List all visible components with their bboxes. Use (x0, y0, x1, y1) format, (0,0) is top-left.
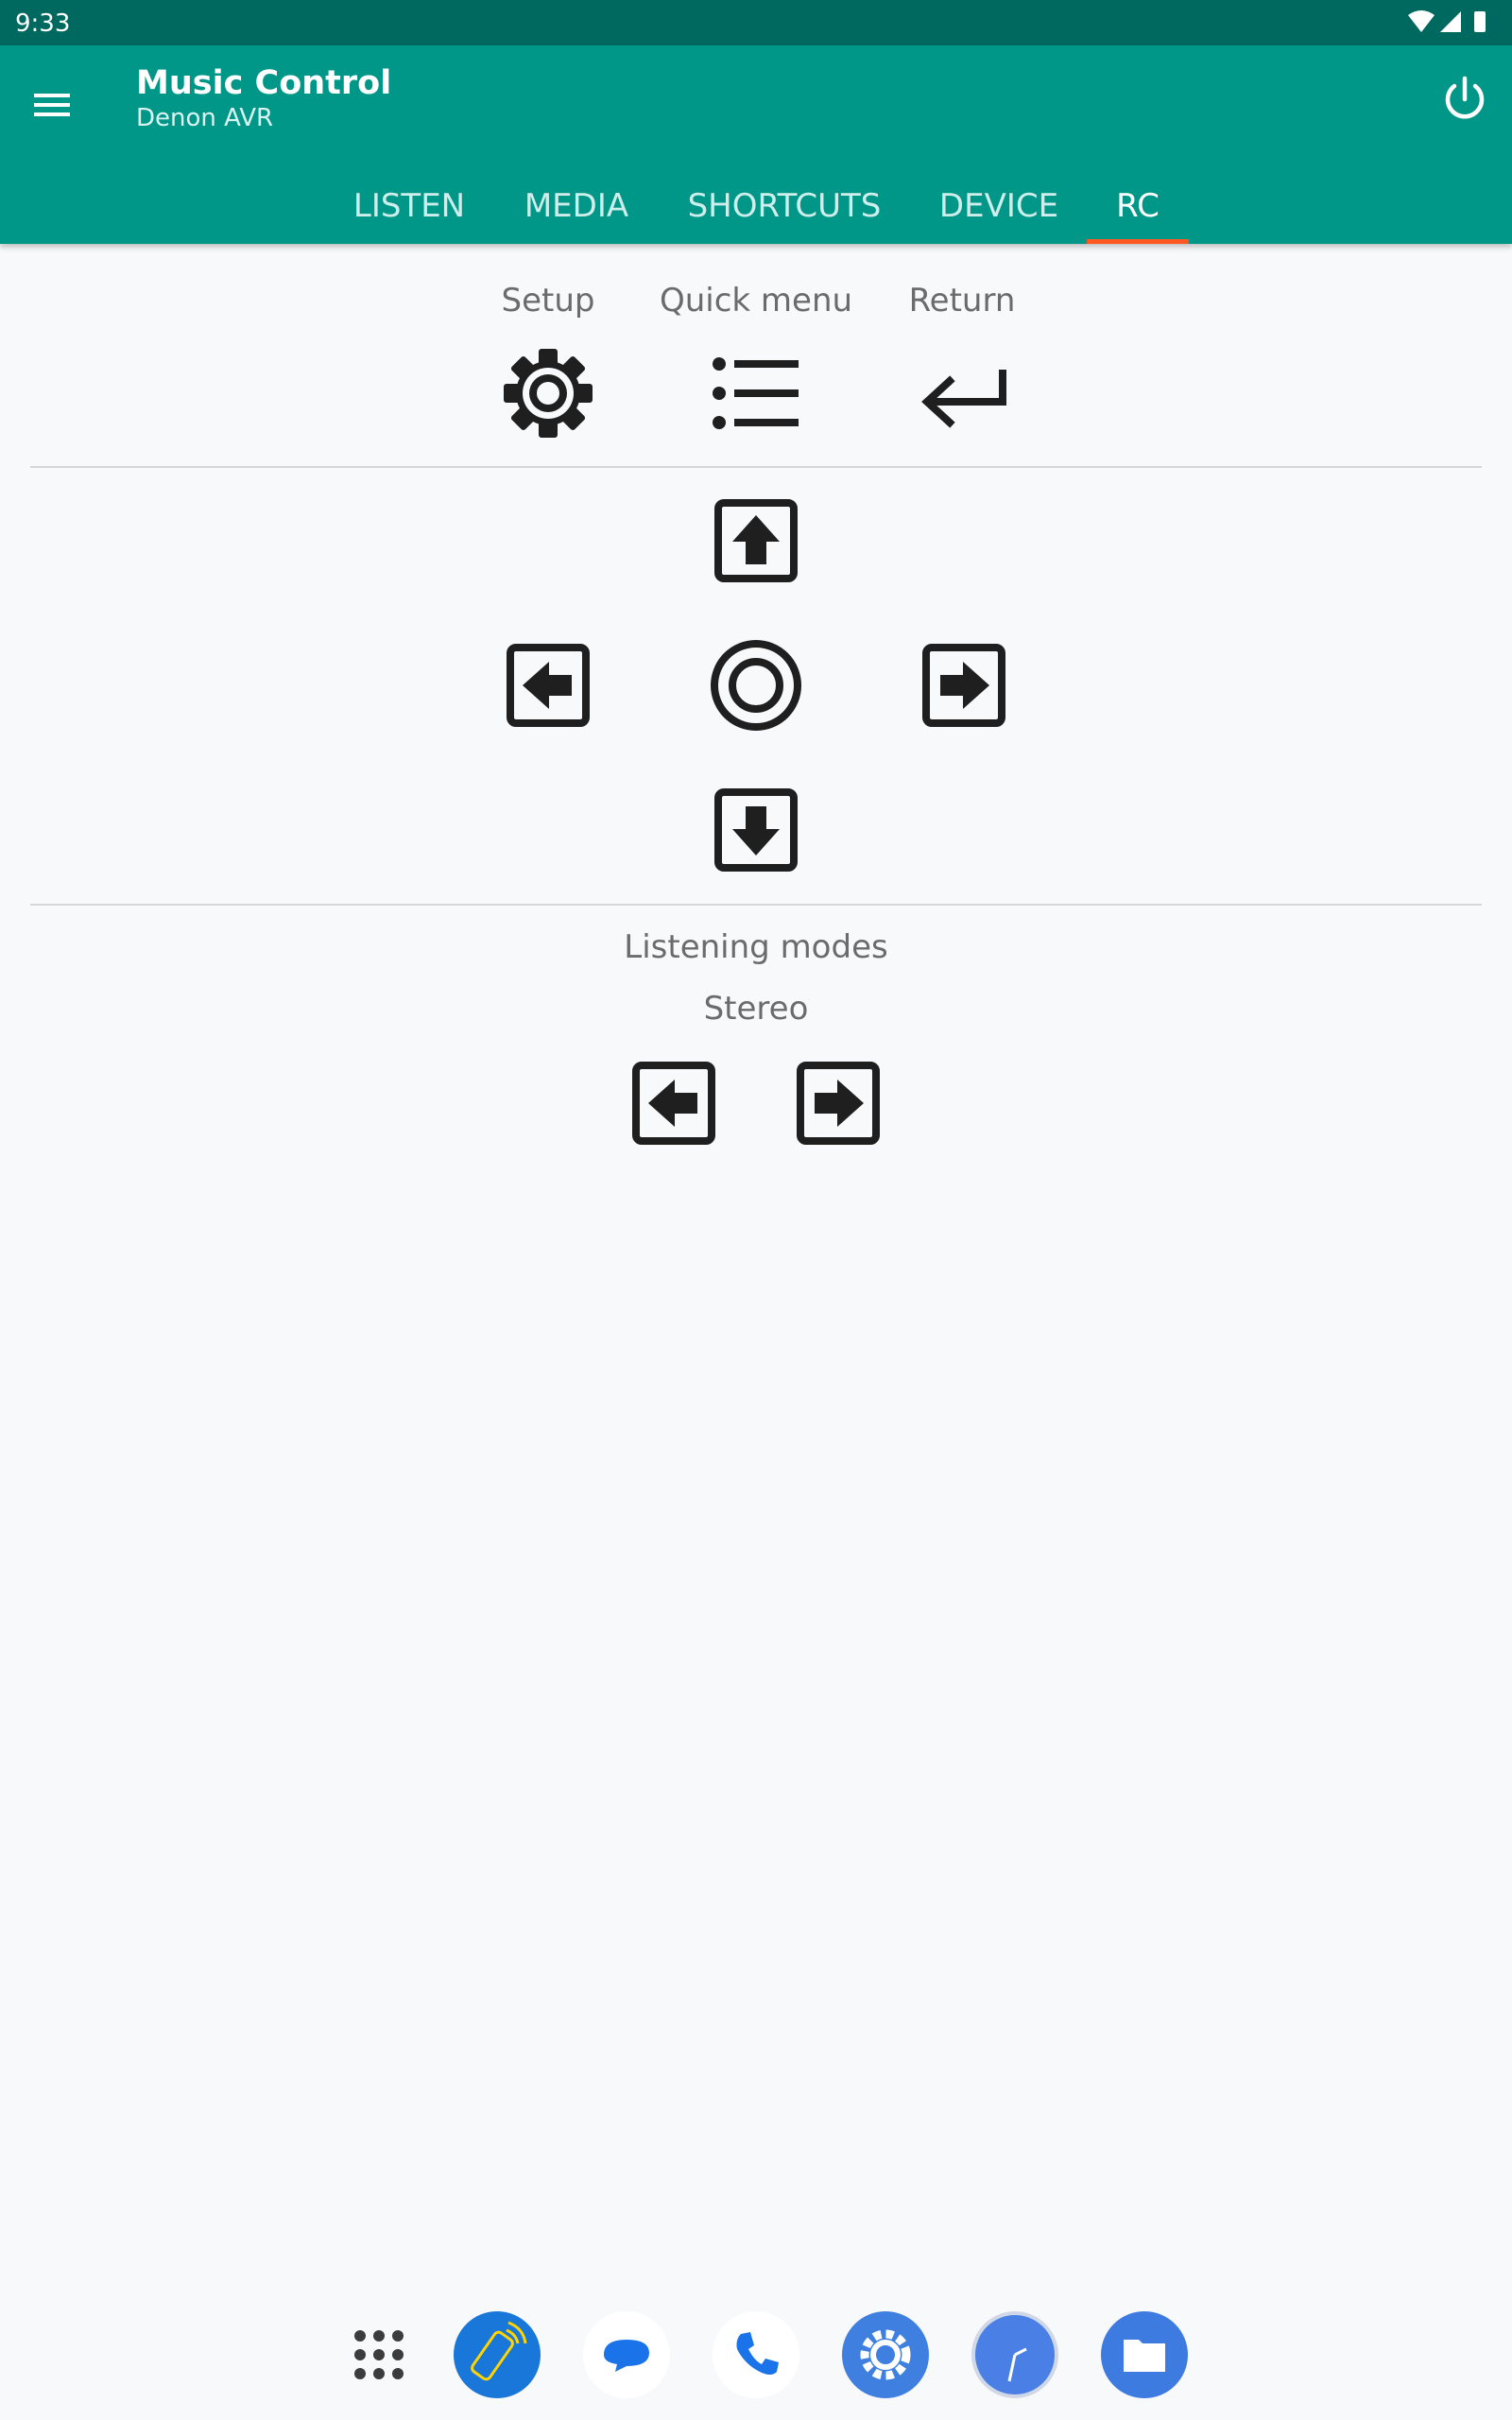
listening-modes-label: Listening modes (624, 928, 888, 966)
arrow-right-icon (797, 1062, 880, 1145)
setup-button[interactable] (496, 341, 600, 445)
app-subtitle: Denon AVR (136, 104, 274, 132)
mode-previous-button[interactable] (622, 1051, 726, 1155)
settings-button[interactable] (842, 2311, 929, 2398)
left-button[interactable] (496, 633, 600, 737)
mode-next-button[interactable] (786, 1051, 890, 1155)
tab-device[interactable]: DEVICE (926, 168, 1072, 244)
messages-button[interactable] (583, 2311, 670, 2398)
apps-grid-icon (354, 2330, 404, 2379)
arrow-down-icon (714, 788, 798, 872)
battery-icon (1474, 11, 1486, 32)
remote-app-button[interactable] (454, 2311, 541, 2398)
tab-listen[interactable]: LISTEN (340, 168, 478, 244)
status-icons (1408, 10, 1486, 32)
tab-shortcuts[interactable]: SHORTCUTS (676, 168, 893, 244)
remote-app-icon (471, 2321, 527, 2381)
settings-icon (860, 2329, 911, 2380)
phone-icon (736, 2332, 779, 2375)
up-button[interactable] (704, 489, 808, 593)
quick-menu-label: Quick menu (659, 282, 853, 320)
gear-icon (504, 349, 593, 438)
wifi-icon (1408, 10, 1435, 32)
tab-indicator (1087, 239, 1189, 244)
return-arrow-icon (921, 370, 1006, 428)
return-button[interactable] (912, 341, 1016, 445)
setup-label: Setup (501, 282, 595, 320)
hamburger-menu-icon (34, 94, 70, 116)
app-title: Music Control (136, 64, 392, 102)
power-icon (1445, 76, 1485, 119)
return-label: Return (908, 282, 1016, 320)
enter-button[interactable] (704, 633, 808, 737)
down-button[interactable] (704, 778, 808, 882)
status-bar: 9:33 (0, 0, 1512, 45)
divider-bottom (30, 904, 1482, 906)
current-mode-label: Stereo (703, 990, 809, 1028)
tab-media[interactable]: MEDIA (510, 168, 643, 244)
arrow-right-icon (922, 644, 1005, 727)
folder-icon (1124, 2340, 1165, 2372)
arrow-up-icon (714, 499, 798, 582)
quick-menu-button[interactable] (704, 341, 808, 445)
app-bar: Music Control Denon AVR LISTEN MEDIA SHO… (0, 45, 1512, 244)
arrow-left-icon (507, 644, 590, 727)
tab-bar: LISTEN MEDIA SHORTCUTS DEVICE RC (0, 168, 1512, 244)
right-button[interactable] (912, 633, 1016, 737)
files-button[interactable] (1101, 2311, 1188, 2398)
divider-top (30, 466, 1482, 468)
messages-icon (604, 2340, 649, 2372)
signal-icon (1440, 11, 1461, 32)
menu-button[interactable] (26, 78, 79, 131)
target-circle-icon (711, 640, 801, 731)
phone-button[interactable] (713, 2311, 799, 2398)
apps-grid-button[interactable] (335, 2311, 422, 2398)
power-button[interactable] (1436, 71, 1493, 128)
status-time: 9:33 (15, 9, 71, 38)
app-dock (0, 2311, 1512, 2415)
clock-button[interactable] (971, 2311, 1058, 2398)
list-icon (713, 357, 799, 429)
tab-rc[interactable]: RC (1087, 168, 1189, 244)
arrow-left-icon (632, 1062, 715, 1145)
clock-icon (1007, 2347, 1027, 2382)
